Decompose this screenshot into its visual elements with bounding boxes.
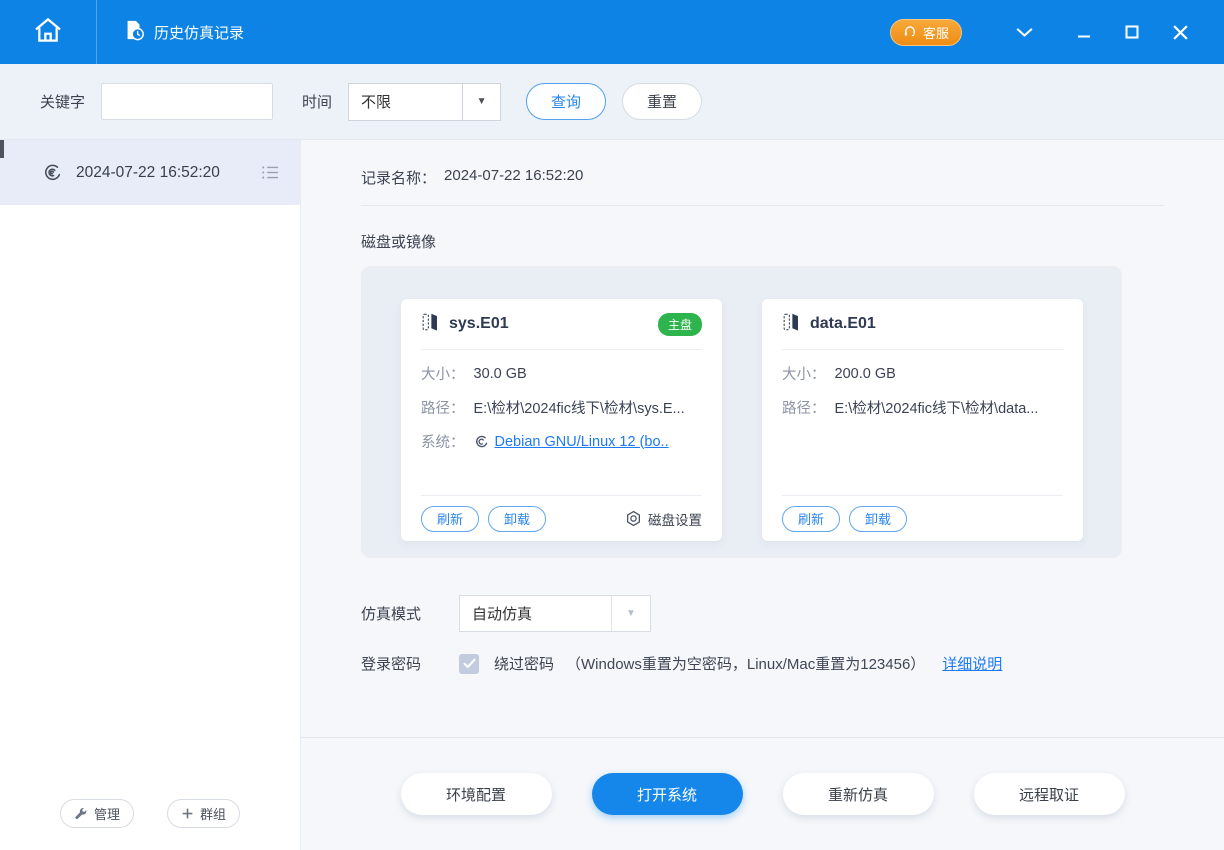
debian-swirl-icon — [474, 434, 490, 450]
disk-settings-label: 磁盘设置 — [648, 509, 702, 529]
plus-icon — [181, 807, 194, 820]
disk-image-icon — [782, 311, 801, 338]
reset-button[interactable]: 重置 — [622, 83, 702, 120]
size-value: 30.0 GB — [474, 366, 527, 382]
query-button[interactable]: 查询 — [526, 83, 606, 120]
refresh-button[interactable]: 刷新 — [421, 506, 479, 532]
mode-select[interactable]: 自动仿真 ▼ — [459, 595, 651, 632]
close-button[interactable] — [1156, 12, 1204, 52]
disk-os-row: 系统： Debian GNU/Linux 12 (bo.. — [421, 431, 702, 452]
main-body: 记录名称： 2024-07-22 16:52:20 磁盘或镜像 — [301, 140, 1224, 737]
bypass-label: 绕过密码 — [494, 653, 554, 674]
record-name-label: 记录名称： — [361, 167, 436, 188]
path-value: E:\检材\2024fic线下\检材\data... — [835, 397, 1039, 418]
gear-icon — [625, 510, 642, 527]
login-password-row: 登录密码 绕过密码 （Windows重置为空密码，Linux/Mac重置为123… — [361, 653, 1164, 674]
main-disk-badge: 主盘 — [658, 313, 702, 336]
page-title-group: 历史仿真记录 — [123, 19, 244, 45]
time-select-value: 不限 — [349, 84, 462, 120]
remote-forensics-button[interactable]: 远程取证 — [974, 773, 1125, 815]
disk-name: data.E01 — [810, 315, 876, 333]
disk-card-data: data.E01 大小： 200.0 GB 路径： E:\检材\2024fic线… — [762, 299, 1083, 541]
manage-label: 管理 — [94, 804, 120, 823]
manage-button[interactable]: 管理 — [60, 799, 134, 828]
minimize-button[interactable] — [1060, 12, 1108, 52]
collapse-chevron-button[interactable] — [1000, 12, 1048, 52]
disk-panel: sys.E01 主盘 大小： 30.0 GB 路径： E:\检材\2024fic… — [361, 266, 1122, 558]
scroll-marker — [0, 140, 4, 158]
disk-card-sys: sys.E01 主盘 大小： 30.0 GB 路径： E:\检材\2024fic… — [401, 299, 722, 541]
size-label: 大小： — [421, 363, 465, 384]
dropdown-arrow-icon: ▼ — [611, 596, 650, 631]
action-footer: 环境配置 打开系统 重新仿真 远程取证 — [301, 737, 1224, 850]
mode-label: 仿真模式 — [361, 603, 459, 624]
group-label: 群组 — [200, 804, 226, 823]
env-config-button[interactable]: 环境配置 — [401, 773, 552, 815]
mode-select-value: 自动仿真 — [460, 596, 611, 631]
wrench-icon — [74, 807, 88, 821]
disk-card-footer: 刷新 卸载 — [782, 495, 1063, 541]
disk-card-header: sys.E01 主盘 — [421, 299, 702, 350]
record-list-item-selected[interactable]: 2024-07-22 16:52:20 — [0, 140, 300, 205]
disk-path-row: 路径： E:\检材\2024fic线下\检材\sys.E... — [421, 397, 702, 418]
os-label: 系统： — [421, 431, 465, 452]
dropdown-arrow-icon: ▼ — [462, 84, 500, 120]
record-name-row: 记录名称： 2024-07-22 16:52:20 — [361, 140, 1164, 188]
disk-card-footer: 刷新 卸载 磁盘设置 — [421, 495, 702, 541]
record-item-label: 2024-07-22 16:52:20 — [76, 164, 220, 182]
path-label: 路径： — [421, 397, 465, 418]
group-button[interactable]: 群组 — [167, 799, 240, 828]
time-label: 时间 — [302, 91, 332, 112]
filter-bar: 关键字 时间 不限 ▼ 查询 重置 — [0, 64, 1224, 140]
record-name-value: 2024-07-22 16:52:20 — [444, 167, 583, 188]
size-label: 大小： — [782, 363, 826, 384]
support-button[interactable]: 客服 — [890, 19, 962, 46]
size-value: 200.0 GB — [835, 366, 896, 382]
disk-size-row: 大小： 30.0 GB — [421, 363, 702, 384]
unload-button[interactable]: 卸载 — [849, 506, 907, 532]
debian-swirl-icon — [42, 162, 64, 184]
os-link[interactable]: Debian GNU/Linux 12 (bo.. — [495, 434, 669, 450]
history-record-icon — [123, 19, 145, 45]
support-label: 客服 — [923, 23, 949, 42]
open-system-button[interactable]: 打开系统 — [592, 773, 743, 815]
divider — [361, 205, 1164, 206]
maximize-button[interactable] — [1108, 12, 1156, 52]
headset-icon — [903, 24, 917, 41]
disk-path-row: 路径： E:\检材\2024fic线下\检材\data... — [782, 397, 1063, 418]
main-panel: 记录名称： 2024-07-22 16:52:20 磁盘或镜像 — [301, 140, 1224, 850]
disk-settings-button[interactable]: 磁盘设置 — [625, 509, 702, 529]
path-value: E:\检材\2024fic线下\检材\sys.E... — [474, 397, 685, 418]
re-simulate-button[interactable]: 重新仿真 — [783, 773, 934, 815]
details-link[interactable]: 详细说明 — [942, 653, 1002, 674]
bypass-password-checkbox[interactable] — [459, 654, 479, 674]
path-label: 路径： — [782, 397, 826, 418]
home-icon — [32, 15, 64, 50]
disk-size-row: 大小： 200.0 GB — [782, 363, 1063, 384]
titlebar: 历史仿真记录 客服 — [0, 0, 1224, 64]
disk-image-icon — [421, 311, 440, 338]
time-select[interactable]: 不限 ▼ — [348, 83, 501, 121]
password-label: 登录密码 — [361, 653, 459, 674]
keyword-label: 关键字 — [40, 91, 85, 112]
sidebar-actions: 管理 群组 — [0, 799, 300, 828]
page-title: 历史仿真记录 — [154, 22, 244, 43]
disk-card-header: data.E01 — [782, 299, 1063, 350]
unload-button[interactable]: 卸载 — [488, 506, 546, 532]
refresh-button[interactable]: 刷新 — [782, 506, 840, 532]
simulation-mode-row: 仿真模式 自动仿真 ▼ — [361, 595, 1164, 632]
record-sidebar: 2024-07-22 16:52:20 管理 — [0, 140, 301, 850]
bypass-note: （Windows重置为空密码，Linux/Mac重置为123456） — [566, 653, 925, 674]
record-detail-list-icon[interactable] — [261, 165, 280, 180]
titlebar-controls: 客服 — [890, 12, 1224, 52]
content-area: 2024-07-22 16:52:20 管理 — [0, 140, 1224, 850]
home-button[interactable] — [0, 0, 97, 64]
disks-section-label: 磁盘或镜像 — [361, 231, 1164, 252]
keyword-input[interactable] — [101, 83, 273, 120]
disk-name: sys.E01 — [449, 315, 509, 333]
